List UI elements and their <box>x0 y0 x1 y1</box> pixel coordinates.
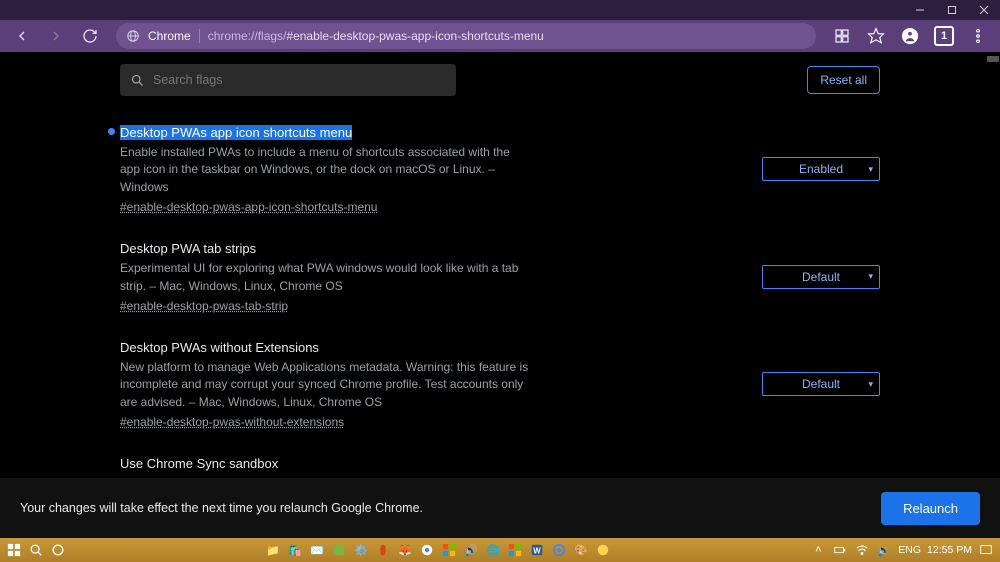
tray-wifi-icon[interactable] <box>854 542 870 558</box>
taskbar-app-icon[interactable]: 🎨 <box>573 542 589 558</box>
flags-page: Reset all Desktop PWAs app icon shortcut… <box>0 52 1000 478</box>
search-box[interactable] <box>120 64 456 96</box>
chevron-down-icon: ▾ <box>868 271 873 282</box>
taskbar-app-icon[interactable]: ⚙️ <box>353 542 369 558</box>
address-origin-label: Chrome <box>148 29 200 43</box>
window-titlebar <box>0 0 1000 20</box>
flag-row: Desktop PWAs app icon shortcuts menu Enab… <box>120 124 880 214</box>
window-maximize-button[interactable] <box>936 0 968 20</box>
chevron-down-icon: ▾ <box>868 379 873 390</box>
taskbar-app-icon[interactable] <box>375 542 391 558</box>
forward-button[interactable] <box>42 22 70 50</box>
address-bar[interactable]: Chrome chrome://flags/#enable-desktop-pw… <box>116 23 816 49</box>
search-input[interactable] <box>153 73 446 87</box>
taskbar-app-icon[interactable]: 🌐 <box>485 542 501 558</box>
relaunch-message: Your changes will take effect the next t… <box>20 501 423 515</box>
flag-state-select[interactable]: Default▾ <box>762 372 880 396</box>
flag-anchor-link[interactable]: #enable-desktop-pwas-without-extensions <box>120 415 740 429</box>
taskbar-app-icon[interactable] <box>507 542 523 558</box>
taskbar-app-icon[interactable]: W <box>529 542 545 558</box>
window-close-button[interactable] <box>968 0 1000 20</box>
svg-text:W: W <box>533 547 541 556</box>
windows-taskbar: 📁 🛍️ ✉️ ⚙️ 🦊 🔊 🌐 W 🎨 ˄ 🔉 ENG 12:55 PM <box>0 538 1000 562</box>
flag-row: Use Chrome Sync sandboxConnects to the t… <box>120 455 880 478</box>
flag-title: Desktop PWAs app icon shortcuts menu <box>120 125 352 140</box>
menu-icon[interactable] <box>964 22 992 50</box>
relaunch-bar: Your changes will take effect the next t… <box>0 478 1000 538</box>
window-minimize-button[interactable] <box>904 0 936 20</box>
taskbar-app-icon[interactable]: 🦊 <box>397 542 413 558</box>
reset-all-button[interactable]: Reset all <box>807 66 880 94</box>
taskbar-apps: 📁 🛍️ ✉️ ⚙️ 🦊 🔊 🌐 W 🎨 <box>70 542 806 558</box>
reload-button[interactable] <box>76 22 104 50</box>
browser-toolbar: Chrome chrome://flags/#enable-desktop-pw… <box>0 20 1000 52</box>
search-icon <box>130 73 145 88</box>
chevron-down-icon: ▾ <box>868 164 873 175</box>
flag-description: New platform to manage Web Applications … <box>120 359 530 411</box>
flag-anchor-link[interactable]: #enable-desktop-pwas-app-icon-shortcuts-… <box>120 200 740 214</box>
bookmark-icon[interactable] <box>862 22 890 50</box>
extensions-icon[interactable] <box>828 22 856 50</box>
tab-count-button[interactable]: 1 <box>930 22 958 50</box>
search-taskbar-icon[interactable] <box>28 542 44 558</box>
profile-icon[interactable] <box>896 22 924 50</box>
address-url: chrome://flags/#enable-desktop-pwas-app-… <box>208 29 544 43</box>
cortana-icon[interactable] <box>50 542 66 558</box>
taskbar-app-icon[interactable]: 📁 <box>265 542 281 558</box>
flag-title: Desktop PWAs without Extensions <box>120 340 319 355</box>
taskbar-app-icon[interactable]: 🔊 <box>463 542 479 558</box>
site-info-icon <box>126 29 140 43</box>
modified-dot-icon <box>108 128 115 135</box>
taskbar-app-icon[interactable]: ✉️ <box>309 542 325 558</box>
start-button[interactable] <box>6 542 22 558</box>
flag-anchor-link[interactable]: #enable-desktop-pwas-tab-strip <box>120 299 740 313</box>
taskbar-app-icon[interactable] <box>551 542 567 558</box>
search-row: Reset all <box>120 64 880 96</box>
tray-language[interactable]: ENG <box>898 544 921 556</box>
flag-title: Desktop PWA tab strips <box>120 241 256 256</box>
tray-notifications-icon[interactable] <box>978 542 994 558</box>
scrollbar-thumb[interactable] <box>987 56 999 62</box>
tray-chevron-icon[interactable]: ˄ <box>810 542 826 558</box>
taskbar-app-icon[interactable] <box>595 542 611 558</box>
relaunch-button[interactable]: Relaunch <box>881 492 980 525</box>
taskbar-app-icon[interactable] <box>419 542 435 558</box>
flag-row: Desktop PWAs without Extensions New platf… <box>120 339 880 429</box>
taskbar-app-icon[interactable]: 🛍️ <box>287 542 303 558</box>
flag-title: Use Chrome Sync sandbox <box>120 456 278 471</box>
flag-state-select[interactable]: Default▾ <box>762 265 880 289</box>
tray-volume-icon[interactable]: 🔉 <box>876 542 892 558</box>
taskbar-app-icon[interactable] <box>441 542 457 558</box>
flag-row: Desktop PWA tab strips Experimental UI fo… <box>120 240 880 313</box>
tray-clock[interactable]: 12:55 PM <box>927 544 972 556</box>
back-button[interactable] <box>8 22 36 50</box>
flag-description: Enable installed PWAs to include a menu … <box>120 144 530 196</box>
flag-state-select[interactable]: Enabled▾ <box>762 157 880 181</box>
tray-battery-icon[interactable] <box>832 542 848 558</box>
taskbar-app-icon[interactable] <box>331 542 347 558</box>
flag-description: Experimental UI for exploring what PWA w… <box>120 260 530 295</box>
